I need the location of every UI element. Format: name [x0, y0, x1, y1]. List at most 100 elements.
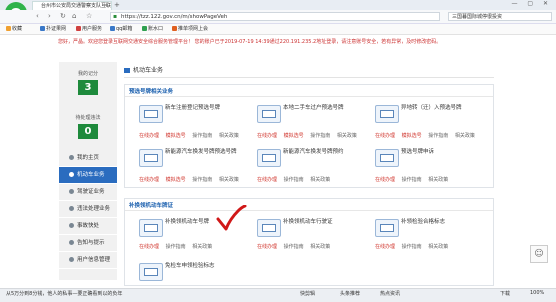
license-plate-icon — [257, 149, 281, 167]
section-preselect-plate: 预选号牌相关业务 新车注册登记预选号牌 在线办理 模拟选号 操作指南 相关政策 … — [124, 84, 494, 188]
bookmark-icon — [110, 26, 115, 31]
status-item[interactable]: 下载 — [500, 290, 510, 297]
zoom-level[interactable]: 100% — [530, 290, 544, 296]
mock-select-link[interactable]: 模拟选号 — [402, 133, 422, 139]
stat-value: 0 — [78, 124, 98, 139]
service-item[interactable]: 补换领机动车行驶证 在线办理 操作指南 相关政策 — [253, 217, 371, 257]
sidebar-item-user[interactable]: 用户信息管理 — [59, 252, 117, 269]
star-icon[interactable]: ☆ — [86, 12, 92, 20]
driving-permit-icon — [257, 219, 281, 237]
bookmark-icon — [172, 26, 177, 31]
guide-link[interactable]: 操作指南 — [402, 177, 422, 183]
service-item[interactable]: 免检车申领检验标志 — [135, 261, 253, 283]
mock-select-link[interactable]: 模拟选号 — [166, 133, 186, 139]
back-icon[interactable]: ‹ — [36, 12, 39, 20]
bookmark-icon — [142, 26, 147, 31]
window-controls[interactable]: — ▢ ✕ — [511, 0, 552, 7]
sidebar-item-accident[interactable]: 事故快处 — [59, 218, 117, 235]
policy-link[interactable]: 相关政策 — [310, 244, 330, 250]
sidebar-item-vehicle[interactable]: 机动车业务 — [59, 167, 117, 184]
new-tab-icon[interactable]: + — [114, 1, 120, 9]
policy-link[interactable]: 相关政策 — [219, 133, 239, 139]
guide-link[interactable]: 操作指南 — [166, 244, 186, 250]
stat-value: 3 — [78, 80, 98, 95]
policy-link[interactable]: 相关政策 — [310, 177, 330, 183]
online-apply-link[interactable]: 在线办理 — [139, 244, 159, 250]
inspection-exempt-icon — [139, 263, 163, 281]
guide-link[interactable]: 操作指南 — [192, 177, 212, 183]
browser-tab[interactable]: 台州市公安局交通警察支队互联网 — [32, 1, 112, 10]
bookmark-icon — [40, 26, 45, 31]
guide-link[interactable]: 操作指南 — [428, 133, 448, 139]
service-item[interactable]: 新能源汽车换发号牌预选号牌 在线办理 模拟选号 操作指南 相关政策 — [135, 147, 253, 187]
bookmark-item[interactable]: qq邮箱 — [110, 25, 132, 33]
license-plate-icon — [139, 219, 163, 237]
feedback-button[interactable]: ☺ — [530, 245, 548, 263]
stat-score[interactable]: 我的记分 3 — [61, 64, 115, 104]
status-news-text[interactable]: 从5万分到8分钱，他人的私事—要正确看到以的负年 — [6, 290, 122, 297]
user-icon — [69, 257, 74, 262]
guide-link[interactable]: 操作指南 — [310, 133, 330, 139]
sidebar-item-notice[interactable]: 告知与提示 — [59, 235, 117, 252]
guide-link[interactable]: 操作指南 — [284, 177, 304, 183]
service-name: 新车注册登记预选号牌 — [165, 105, 221, 111]
online-apply-link[interactable]: 在线办理 — [257, 177, 277, 183]
warning-icon — [69, 206, 74, 211]
policy-link[interactable]: 相关政策 — [192, 244, 212, 250]
online-apply-link[interactable]: 在线办理 — [257, 244, 277, 250]
online-apply-link[interactable]: 在线办理 — [375, 177, 395, 183]
guide-link[interactable]: 操作指南 — [402, 244, 422, 250]
license-plate-icon — [375, 105, 399, 123]
service-name: 新能源汽车换发号牌预选号牌 — [165, 149, 237, 155]
stat-violations[interactable]: 待处理违法 0 — [61, 108, 115, 148]
url-input[interactable]: https://tzz.122.gov.cn/m/showPageVeh — [110, 12, 440, 21]
online-apply-link[interactable]: 在线办理 — [139, 133, 159, 139]
service-item[interactable]: 预选号牌申诉 在线办理 操作指南 相关政策 — [371, 147, 489, 187]
tab-close-icon[interactable]: × — [103, 2, 108, 9]
service-item[interactable]: 新能源汽车换发号牌预约 在线办理 操作指南 相关政策 — [253, 147, 371, 187]
forward-icon[interactable]: › — [48, 12, 51, 20]
home-icon — [69, 155, 74, 160]
bookmark-item[interactable]: 扑证果网 — [40, 25, 66, 33]
license-plate-icon — [139, 105, 163, 123]
browser-search-input[interactable]: 三国暮国际城停很投资 — [448, 12, 552, 21]
policy-link[interactable]: 相关政策 — [219, 177, 239, 183]
mock-select-link[interactable]: 模拟选号 — [166, 177, 186, 183]
license-plate-icon — [257, 105, 281, 123]
home-icon[interactable]: ⌂ — [72, 12, 76, 20]
mock-select-link[interactable]: 模拟选号 — [284, 133, 304, 139]
refresh-icon[interactable]: ↻ — [60, 12, 66, 20]
bookmark-icon — [76, 26, 81, 31]
bookmark-item[interactable]: 用户服务 — [76, 25, 102, 33]
online-apply-link[interactable]: 在线办理 — [375, 133, 395, 139]
status-item[interactable]: 头条推荐 — [340, 290, 360, 297]
service-name: 补领检验合格标志 — [401, 219, 446, 225]
car-icon — [124, 68, 130, 73]
section-title: 补换领机动车牌证 — [129, 203, 174, 209]
bookmark-item[interactable]: 账水口 — [142, 25, 163, 33]
policy-link[interactable]: 相关政策 — [337, 133, 357, 139]
service-item[interactable]: 本地二手车过户预选号牌 在线办理 模拟选号 操作指南 相关政策 — [253, 103, 371, 143]
online-apply-link[interactable]: 在线办理 — [257, 133, 277, 139]
service-item[interactable]: 异地转（迁）入预选号牌 在线办理 模拟选号 操作指南 相关政策 — [371, 103, 489, 143]
policy-link[interactable]: 相关政策 — [455, 133, 475, 139]
status-item[interactable]: 快剪辑 — [300, 290, 315, 297]
sidebar-item-license[interactable]: 驾驶证业务 — [59, 184, 117, 201]
policy-link[interactable]: 相关政策 — [428, 177, 448, 183]
service-name: 异地转（迁）入预选号牌 — [401, 105, 462, 111]
online-apply-link[interactable]: 在线办理 — [375, 244, 395, 250]
service-name: 免检车申领检验标志 — [165, 263, 215, 269]
bookmark-item[interactable]: 收藏 — [6, 25, 22, 33]
sidebar-item-violation[interactable]: 违法处理业务 — [59, 201, 117, 218]
service-item[interactable]: 新车注册登记预选号牌 在线办理 模拟选号 操作指南 相关政策 — [135, 103, 253, 143]
service-item[interactable]: 补领检验合格标志 在线办理 操作指南 相关政策 — [371, 217, 489, 257]
car-icon — [69, 172, 74, 177]
guide-link[interactable]: 操作指南 — [192, 133, 212, 139]
status-item[interactable]: 热点资讯 — [380, 290, 400, 297]
bookmark-icon — [6, 26, 11, 31]
sidebar-item-home[interactable]: 我的主页 — [59, 150, 117, 167]
policy-link[interactable]: 相关政策 — [428, 244, 448, 250]
bookmark-item[interactable]: 推单项网上会 — [172, 25, 208, 33]
online-apply-link[interactable]: 在线办理 — [139, 177, 159, 183]
guide-link[interactable]: 操作指南 — [284, 244, 304, 250]
